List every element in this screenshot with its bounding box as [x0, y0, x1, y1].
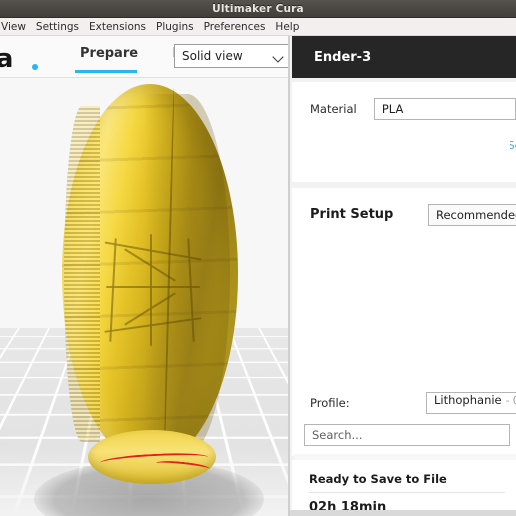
search-input[interactable]	[305, 428, 509, 442]
print-setup-mode-label: Recommended	[436, 208, 516, 222]
profile-sub: - 0.1	[505, 395, 516, 407]
profile-dropdown[interactable]: Lithophanie - 0.1	[426, 392, 516, 414]
printer-name: Ender-3	[314, 49, 372, 65]
model-emblem	[100, 228, 206, 356]
3d-model-rugby-ball[interactable]	[48, 78, 258, 484]
window-title: Ultimaker Cura	[212, 2, 304, 15]
material-label: Material	[310, 102, 357, 116]
menu-settings[interactable]: Settings	[31, 18, 84, 36]
material-row: Material PLA	[292, 98, 516, 120]
material-value: PLA	[381, 102, 404, 116]
sidebar-bottom-strip	[290, 510, 516, 516]
profile-name: Lithophanie	[434, 393, 502, 407]
cura-logo-dot	[32, 64, 38, 70]
cura-window: Ultimaker Cura View Settings Extensions …	[0, 0, 516, 516]
menu-preferences[interactable]: Preferences	[199, 18, 271, 36]
view-mode-label: Solid view	[182, 49, 243, 63]
tab-prepare[interactable]: Prepare	[80, 46, 138, 61]
print-job-divider	[309, 492, 505, 493]
chevron-down-icon	[271, 45, 289, 67]
print-setup-title: Print Setup	[310, 207, 394, 222]
cura-logo: ra	[0, 44, 13, 74]
menubar: View Settings Extensions Plugins Prefere…	[0, 18, 516, 36]
settings-search-box[interactable]	[304, 424, 510, 446]
print-setup-mode-button[interactable]: Recommended	[428, 204, 516, 226]
view-mode-dropdown[interactable]: Solid view	[174, 44, 290, 68]
menu-view[interactable]: View	[0, 18, 31, 36]
tab-prepare-underline	[75, 70, 137, 73]
print-setup-card: Print Setup Recommended Profile: Lithoph…	[292, 188, 516, 516]
menu-extensions[interactable]: Extensions	[84, 18, 151, 36]
window-titlebar: Ultimaker Cura	[0, 0, 516, 18]
print-job-status: Ready to Save to File	[309, 472, 447, 486]
print-job-card: Ready to Save to File 02h 18min 2.51m / …	[292, 460, 516, 516]
model-left-edge-detail	[64, 106, 100, 442]
material-link[interactable]: Set	[510, 140, 516, 152]
printer-header[interactable]: Ender-3	[292, 36, 516, 78]
material-link-label: Set	[510, 140, 516, 152]
menu-help[interactable]: Help	[270, 18, 304, 36]
3d-viewport[interactable]: E_rugbyUBB 32.0 x 32.0 x 51.0 mm	[0, 78, 290, 516]
material-card: Material PLA Set	[292, 82, 516, 182]
menu-plugins[interactable]: Plugins	[151, 18, 199, 36]
right-sidebar: Ender-3 Material PLA Set Print Setup Rec…	[290, 36, 516, 516]
profile-label: Profile:	[310, 396, 350, 410]
material-dropdown[interactable]: PLA	[373, 98, 516, 120]
